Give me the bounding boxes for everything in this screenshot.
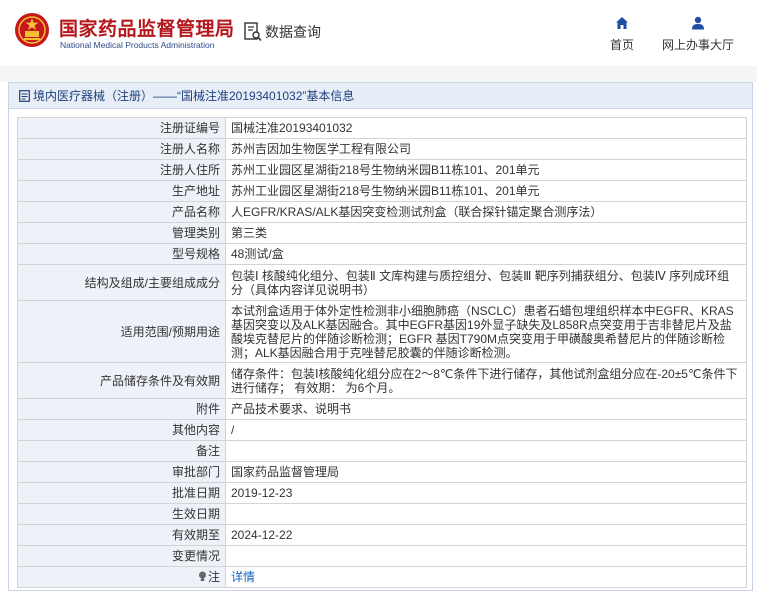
table-row: 变更情况 (17, 545, 747, 567)
details-link[interactable]: 详情 (225, 566, 747, 588)
nav-home-label: 首页 (609, 38, 634, 52)
data-query-label: 数据查询 (265, 24, 321, 40)
user-icon (692, 16, 704, 30)
table-row: 产品储存条件及有效期 储存条件：包装Ⅰ核酸纯化组分应在2～8℃条件下进行储存，其… (17, 362, 747, 399)
field-value: 2024-12-22 (225, 524, 747, 546)
table-row: 备注 (17, 440, 747, 462)
field-label: 结构及组成/主要组成成分 (17, 264, 226, 301)
document-icon (19, 89, 30, 102)
field-label: 注 (207, 570, 220, 584)
field-value: 人EGFR/KRAS/ALK基因突变检测试剂盒（联合探针锚定聚合测序法） (225, 201, 747, 223)
table-row: 结构及组成/主要组成成分 包装Ⅰ 核酸纯化组分、包装Ⅱ 文库构建与质控组分、包装… (17, 264, 747, 301)
field-label: 注册人名称 (17, 138, 226, 160)
field-value: 储存条件：包装Ⅰ核酸纯化组分应在2～8℃条件下进行储存，其他试剂盒组分应在-20… (225, 362, 747, 399)
detail-panel: 境内医疗器械（注册）——“国械注准20193401032”基本信息 注册证编号 … (8, 82, 753, 591)
field-value: 苏州工业园区星湖街218号生物纳米园B11栋101、201单元 (225, 180, 747, 202)
field-label: 型号规格 (17, 243, 226, 265)
field-label: 有效期至 (17, 524, 226, 546)
table-row: 生产地址 苏州工业园区星湖街218号生物纳米园B11栋101、201单元 (17, 180, 747, 202)
header-divider (0, 66, 757, 82)
bulb-icon (198, 571, 206, 581)
field-label: 审批部门 (17, 461, 226, 483)
field-value: 48测试/盒 (225, 243, 747, 265)
field-label: 生效日期 (17, 503, 226, 525)
table-row: 注册人住所 苏州工业园区星湖街218号生物纳米园B11栋101、201单元 (17, 159, 747, 181)
field-value: 2019-12-23 (225, 482, 747, 504)
field-value: 本试剂盒适用于体外定性检测非小细胞肺癌（NSCLC）患者石蜡包埋组织样本中EGF… (225, 300, 747, 363)
field-label: 批准日期 (17, 482, 226, 504)
nav-home[interactable]: 首页 (608, 16, 636, 53)
site-header: 国家药品监督管理局 National Medical Products Admi… (0, 0, 757, 66)
field-label: 适用范围/预期用途 (17, 300, 226, 363)
table-row: 审批部门 国家药品监督管理局 (17, 461, 747, 483)
org-name-en[interactable]: National Medical Products Administration (60, 40, 215, 50)
table-row: 适用范围/预期用途 本试剂盒适用于体外定性检测非小细胞肺癌（NSCLC）患者石蜡… (17, 300, 747, 363)
field-label: 产品储存条件及有效期 (17, 362, 226, 399)
field-label: 管理类别 (17, 222, 226, 244)
org-name[interactable]: 国家药品监督管理局 (59, 14, 235, 41)
document-search-icon (244, 22, 262, 42)
breadcrumb-text: 境内医疗器械（注册）——“国械注准20193401032”基本信息 (33, 89, 355, 103)
table-row: 产品名称 人EGFR/KRAS/ALK基因突变检测试剂盒（联合探针锚定聚合测序法… (17, 201, 747, 223)
national-emblem-icon (15, 13, 49, 47)
field-value (225, 440, 747, 462)
table-row: 批准日期 2019-12-23 (17, 482, 747, 504)
field-value: 国械注准20193401032 (225, 117, 747, 139)
field-label: 附件 (17, 398, 226, 420)
field-value: 苏州工业园区星湖街218号生物纳米园B11栋101、201单元 (225, 159, 747, 181)
field-value: 包装Ⅰ 核酸纯化组分、包装Ⅱ 文库构建与质控组分、包装Ⅲ 靶序列捕获组分、包装Ⅳ… (225, 264, 747, 301)
field-value (225, 545, 747, 567)
field-label: 变更情况 (17, 545, 226, 567)
breadcrumb: 境内医疗器械（注册）——“国械注准20193401032”基本信息 (9, 83, 752, 109)
table-row: 管理类别 第三类 (17, 222, 747, 244)
field-label: 生产地址 (17, 180, 226, 202)
data-query-link[interactable]: 数据查询 (244, 22, 321, 42)
note-label-cell: 注 (17, 566, 226, 588)
table-row: 注 详情 (17, 566, 747, 588)
table-row: 注册人名称 苏州吉因加生物医学工程有限公司 (17, 138, 747, 160)
nav-service-hall[interactable]: 网上办事大厅 (660, 16, 736, 53)
table-row: 附件 产品技术要求、说明书 (17, 398, 747, 420)
field-value: 第三类 (225, 222, 747, 244)
field-value (225, 503, 747, 525)
table-row: 型号规格 48测试/盒 (17, 243, 747, 265)
table-row: 其他内容 / (17, 419, 747, 441)
field-value: / (225, 419, 747, 441)
field-label: 备注 (17, 440, 226, 462)
field-label: 注册人住所 (17, 159, 226, 181)
home-icon (616, 17, 628, 29)
table-row: 注册证编号 国械注准20193401032 (17, 117, 747, 139)
field-value: 苏州吉因加生物医学工程有限公司 (225, 138, 747, 160)
field-label: 产品名称 (17, 201, 226, 223)
table-row: 生效日期 (17, 503, 747, 525)
table-row: 有效期至 2024-12-22 (17, 524, 747, 546)
nav-service-hall-label: 网上办事大厅 (661, 38, 734, 52)
field-value: 产品技术要求、说明书 (225, 398, 747, 420)
field-label: 其他内容 (17, 419, 226, 441)
field-value: 国家药品监督管理局 (225, 461, 747, 483)
info-table: 注册证编号 国械注准20193401032 注册人名称 苏州吉因加生物医学工程有… (17, 117, 747, 588)
field-label: 注册证编号 (17, 117, 226, 139)
